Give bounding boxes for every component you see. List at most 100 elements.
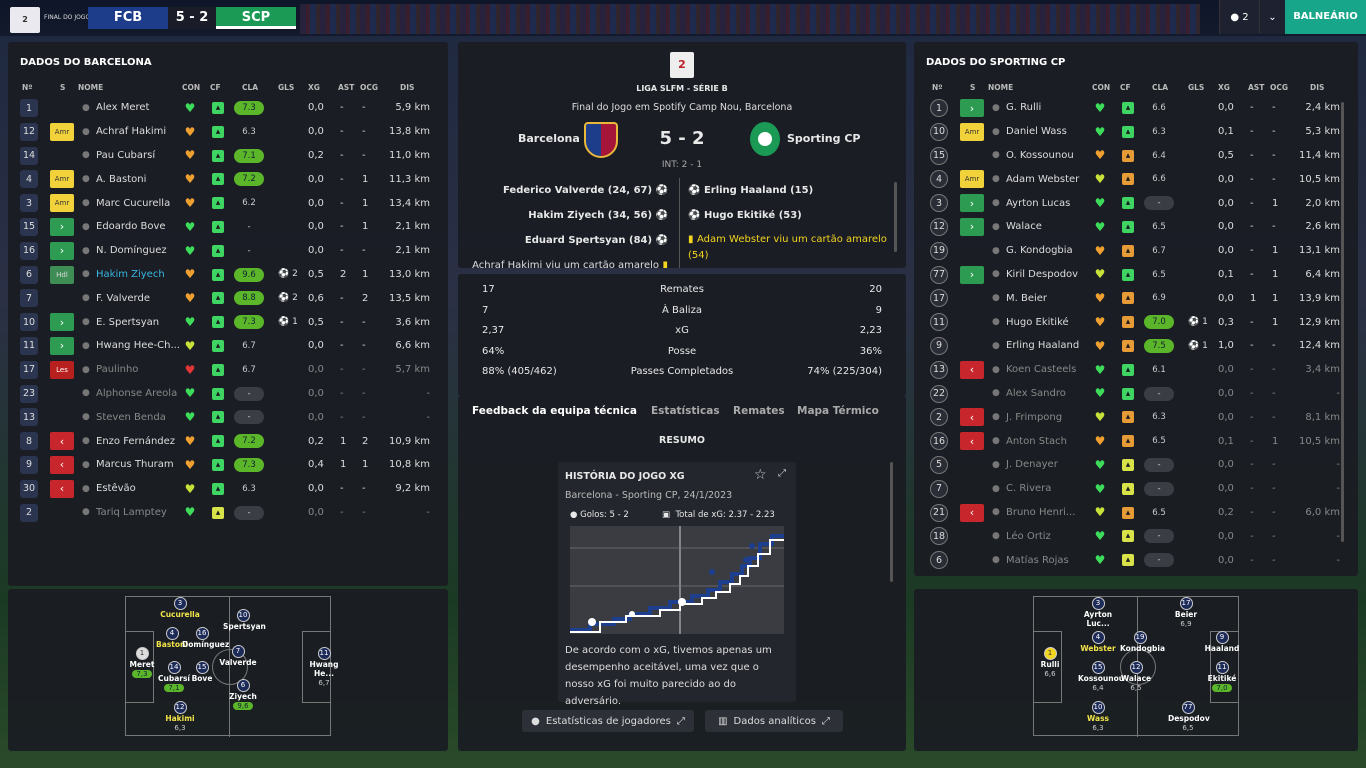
player-name[interactable]: M. Beier (1006, 286, 1047, 310)
home-team-tag[interactable]: FCB (88, 7, 168, 29)
player-name[interactable]: Alphonse Areola (96, 382, 177, 406)
player-name[interactable]: Alex Meret (96, 96, 149, 120)
column-header-xg[interactable]: XG (1218, 78, 1230, 96)
player-name[interactable]: Marcus Thuram (96, 453, 174, 477)
pitch-player[interactable]: 4 Webster (1078, 631, 1118, 653)
star-icon[interactable]: ☆ (754, 467, 767, 483)
column-header-name[interactable]: NOME (988, 78, 1013, 96)
player-name[interactable]: Hugo Ekitiké (1006, 310, 1069, 334)
table-row[interactable]: 8 ‹ ● Enzo Fernández ♥ ▴ 7.2 0,2 1 2 10,9 km (16, 429, 440, 453)
player-name[interactable]: E. Spertsyan (96, 310, 159, 334)
pitch-player[interactable]: 77 Despodov 6,5 (1168, 701, 1210, 732)
table-row[interactable]: 77 › ● Kiril Despodov ♥ ▴ 6.5 0,1 - 1 6,4 km (926, 263, 1346, 287)
scrollbar[interactable] (894, 182, 897, 252)
table-row[interactable]: 5 ● J. Denayer ♥ ▴ -0,0- - - (926, 453, 1346, 477)
table-row[interactable]: 21 ‹ ● Bruno Henri... ♥ ▴ 6.5 0,2 - - 6,0 km (926, 501, 1346, 525)
table-row[interactable]: 3 › ● Ayrton Lucas ♥ ▴ -0,0-1 2,0 km (926, 191, 1346, 215)
tab-statistics[interactable]: Estatísticas (651, 405, 720, 417)
column-header-cf[interactable]: CF (1120, 78, 1131, 96)
table-row[interactable]: 11 › ● Hwang Hee-Ch... ♥ ▴ 6.7 0,0 - - 6,6 km (16, 334, 440, 358)
table-row[interactable]: 15 › ● Edoardo Bove ♥ ▴ - 0,0 - 1 2,1 km (16, 215, 440, 239)
column-header-ast[interactable]: AST (1248, 78, 1264, 96)
table-row[interactable]: 2 ● Tariq Lamptey ♥ ▴ -0,0- - - (16, 501, 440, 525)
column-header-gls[interactable]: GLS (278, 78, 294, 96)
pitch-player[interactable]: 16 Domínguez (182, 627, 229, 649)
pitch-player[interactable]: 9 Haaland (1202, 631, 1242, 653)
table-row[interactable]: 4 Amr ● Adam Webster ♥ ▴ 6.6 0,0 - - 10,5 km (926, 167, 1346, 191)
column-header-n[interactable]: Nº (22, 78, 33, 96)
table-row[interactable]: 12 › ● Walace ♥ ▴ 6.5 0,0 - - 2,6 km (926, 215, 1346, 239)
column-header-n[interactable]: Nº (932, 78, 943, 96)
column-header-dis[interactable]: DIS (1310, 78, 1324, 96)
table-row[interactable]: 6 ● Matías Rojas ♥ ▴ -0,0- - - (926, 548, 1346, 572)
table-row[interactable]: 16 › ● N. Domínguez ♥ ▴ - 0,0 - - 2,1 km (16, 239, 440, 263)
table-row[interactable]: 22 ● Alex Sandro ♥ ▴ -0,0- - - (926, 382, 1346, 406)
pitch-player[interactable]: 3 Ayrton Luc... (1078, 597, 1118, 628)
player-name[interactable]: Enzo Fernández (96, 429, 175, 453)
tab-feedback[interactable]: Feedback da equipa técnica (472, 405, 637, 417)
table-row[interactable]: 1 ● Alex Meret ♥ ▴ 7.3 0,0 - - 5,9 km (16, 96, 440, 120)
column-header-cf[interactable]: CF (210, 78, 221, 96)
player-name[interactable]: Tariq Lamptey (96, 501, 167, 525)
pitch-player[interactable]: 11 Ekitiké 7,0 (1202, 661, 1242, 692)
table-row[interactable]: 2 ‹ ● J. Frimpong ♥ ▴ 6.3 0,0 - - 8,1 km (926, 405, 1346, 429)
column-header-gls[interactable]: GLS (1188, 78, 1204, 96)
column-header-name[interactable]: NOME (78, 78, 103, 96)
column-header-xg[interactable]: XG (308, 78, 320, 96)
pitch-player[interactable]: 11 Hwang He... 6,7 (304, 647, 344, 687)
pitch-player[interactable]: 1 Rulli 6,6 (1030, 647, 1070, 678)
column-header-dis[interactable]: DIS (400, 78, 414, 96)
players-online-button[interactable]: ● 2 (1219, 0, 1259, 34)
table-row[interactable]: 16 ‹ ● Anton Stach ♥ ▴ 6.5 0,1 - 1 10,5 km (926, 429, 1346, 453)
table-row[interactable]: 3 Amr ● Marc Cucurella ♥ ▴ 6.2 0,0 - 1 13,4 km (16, 191, 440, 215)
pitch-player[interactable]: 10 Spertsyan (223, 609, 266, 631)
player-name[interactable]: Hwang Hee-Ch... (96, 334, 180, 358)
pitch-player[interactable]: 17 Beier 6,9 (1166, 597, 1206, 628)
table-row[interactable]: 9 ● Erling Haaland ♥ ▴ 7.5 ⚽ 1 1,0 - - 12,4 km (926, 334, 1346, 358)
player-name[interactable]: Bruno Henri... (1006, 501, 1075, 525)
player-name[interactable]: G. Kondogbia (1006, 239, 1073, 263)
column-header-ast[interactable]: AST (338, 78, 354, 96)
pitch-player[interactable]: 6 Ziyech 9,6 (223, 679, 263, 710)
column-header-con[interactable]: CON (1092, 78, 1110, 96)
table-row[interactable]: 11 ● Hugo Ekitiké ♥ ▴ 7.0 ⚽ 1 0,3 - 1 12,9 km (926, 310, 1346, 334)
player-name[interactable]: Anton Stach (1006, 429, 1067, 453)
column-header-ocg[interactable]: OCG (360, 78, 378, 96)
pitch-player[interactable]: 12 Hakimi 6,3 (160, 701, 200, 732)
table-row[interactable]: 7 ● F. Valverde ♥ ▴ 8.8 ⚽ 2 0,6 - 2 13,5 km (16, 286, 440, 310)
table-row[interactable]: 9 ‹ ● Marcus Thuram ♥ ▴ 7.3 0,4 1 1 10,8 km (16, 453, 440, 477)
tab-shots[interactable]: Remates (733, 405, 785, 417)
player-name[interactable]: Koen Casteels (1006, 358, 1076, 382)
table-row[interactable]: 13 ‹ ● Koen Casteels ♥ ▴ 6.1 0,0 - - 3,4 km (926, 358, 1346, 382)
player-name[interactable]: Daniel Wass (1006, 120, 1067, 144)
player-name[interactable]: Hakim Ziyech (96, 263, 165, 287)
table-row[interactable]: 7 ● C. Rivera ♥ ▴ -0,0- - - (926, 477, 1346, 501)
player-name[interactable]: Ayrton Lucas (1006, 191, 1070, 215)
column-header-con[interactable]: CON (182, 78, 200, 96)
chevron-down-icon[interactable]: ⌄ (1259, 0, 1285, 34)
player-name[interactable]: Kiril Despodov (1006, 263, 1078, 287)
player-name[interactable]: O. Kossounou (1006, 144, 1074, 168)
player-name[interactable]: Alex Sandro (1006, 382, 1066, 406)
tab-heatmap[interactable]: Mapa Térmico (797, 405, 879, 417)
player-name[interactable]: Paulinho (96, 358, 138, 382)
pitch-player[interactable]: 15 Bove (182, 661, 222, 683)
player-name[interactable]: Erling Haaland (1006, 334, 1079, 358)
expand-icon[interactable]: ⤢ (778, 468, 786, 479)
table-row[interactable]: 15 ● O. Kossounou ♥ ▴ 6.4 0,5 - - 11,4 km (926, 144, 1346, 168)
column-header-s[interactable]: S (60, 78, 65, 96)
player-name[interactable]: Edoardo Bove (96, 215, 166, 239)
pitch-player[interactable]: 12 Walace 6,5 (1116, 661, 1156, 692)
table-row[interactable]: 17 Les ● Paulinho ♥ ▴ 6.7 0,0 - - 5,7 km (16, 358, 440, 382)
table-row[interactable]: 23 ● Alphonse Areola ♥ ▴ -0,0- - - (16, 382, 440, 406)
table-row[interactable]: 10 Amr ● Daniel Wass ♥ ▴ 6.3 0,1 - - 5,3 km (926, 120, 1346, 144)
player-name[interactable]: Matías Rojas (1006, 548, 1069, 572)
table-row[interactable]: 18 ● Léo Ortiz ♥ ▴ -0,0- - - (926, 524, 1346, 548)
balneario-button[interactable]: BALNEÁRIO (1285, 0, 1366, 34)
table-row[interactable]: 1 › ● G. Rulli ♥ ▴ 6.6 0,0 - - 2,4 km (926, 96, 1346, 120)
player-name[interactable]: Adam Webster (1006, 167, 1079, 191)
player-name[interactable]: J. Frimpong (1006, 405, 1062, 429)
player-name[interactable]: C. Rivera (1006, 477, 1051, 501)
scrollbar[interactable] (890, 462, 893, 582)
scrollbar[interactable] (1341, 102, 1344, 542)
